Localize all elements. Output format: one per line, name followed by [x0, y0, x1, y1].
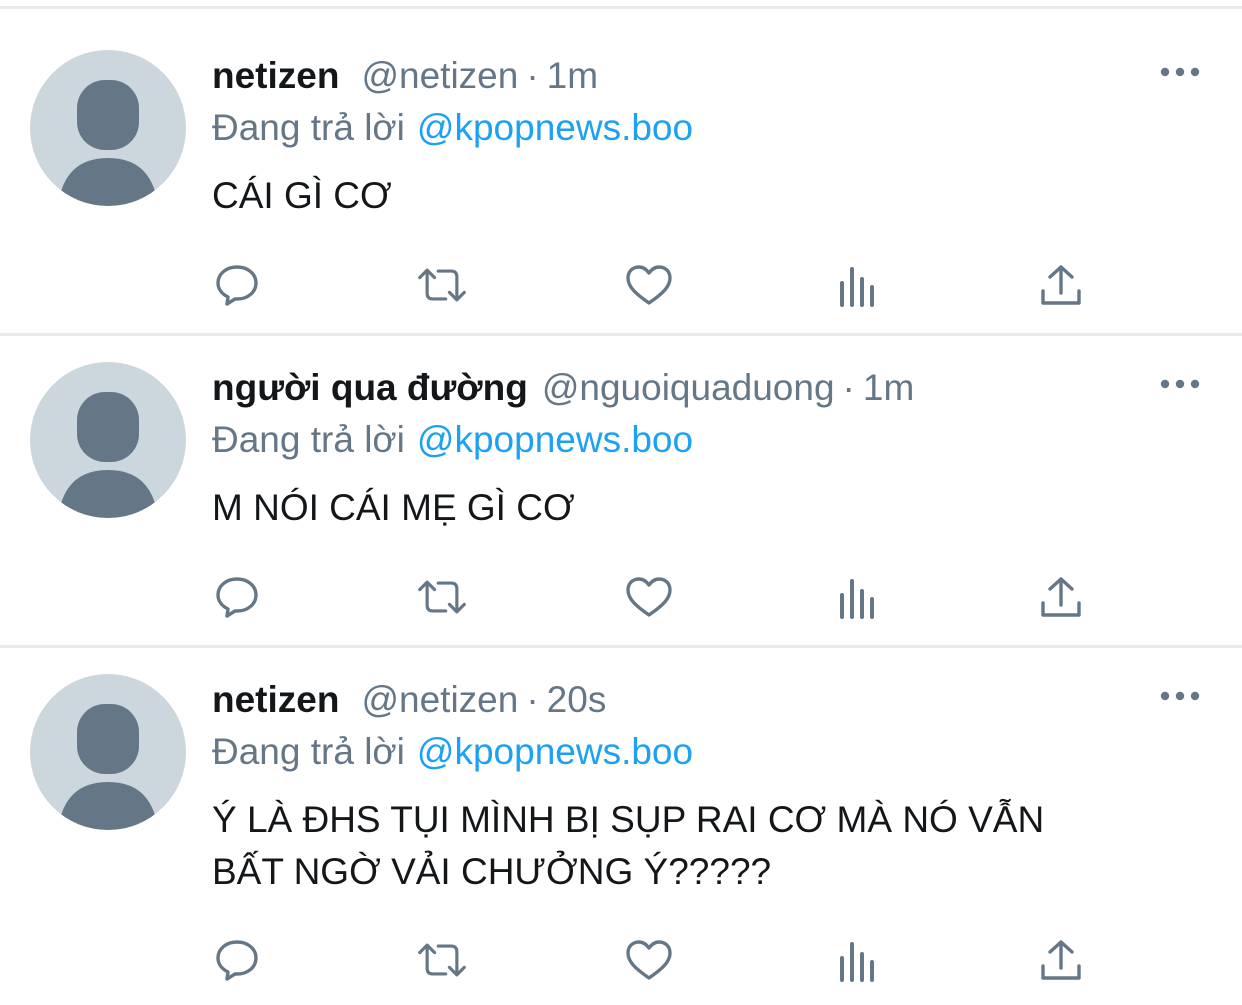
analytics-icon[interactable]	[830, 572, 882, 622]
timestamp[interactable]: 20s	[547, 679, 607, 720]
reply-icon[interactable]	[211, 935, 263, 985]
timestamp[interactable]: 1m	[863, 367, 914, 408]
tweet-text: Ý LÀ ĐHS TỤI MÌNH BỊ SỤP RAI CƠ MÀ NÓ VẪ…	[212, 794, 1202, 898]
timestamp[interactable]: 1m	[547, 55, 598, 96]
reply-label: Đang trả lời	[212, 107, 405, 148]
tweet-text: M NÓI CÁI MẸ GÌ CƠ	[212, 482, 1202, 534]
user-handle[interactable]: @nguoiquaduong	[542, 367, 835, 408]
display-name[interactable]: netizen	[212, 55, 339, 96]
reply-context: Đang trả lời @kpopnews.boo	[212, 728, 693, 776]
user-handle[interactable]: @netizen	[361, 55, 518, 96]
reply-mention-link[interactable]: @kpopnews.boo	[417, 419, 693, 460]
analytics-icon[interactable]	[830, 260, 882, 310]
more-options-icon[interactable]	[1158, 372, 1202, 396]
reply-label: Đang trả lời	[212, 419, 405, 460]
tweet-actions	[0, 935, 1242, 985]
retweet-icon[interactable]	[416, 260, 468, 310]
reply-icon[interactable]	[211, 260, 263, 310]
user-handle[interactable]: @netizen	[361, 679, 518, 720]
default-profile-icon	[58, 704, 158, 830]
display-name[interactable]: netizen	[212, 679, 339, 720]
retweet-icon[interactable]	[416, 572, 468, 622]
analytics-icon[interactable]	[830, 935, 882, 985]
tweet-text-line: Ý LÀ ĐHS TỤI MÌNH BỊ SỤP RAI CƠ MÀ NÓ VẪ…	[212, 799, 1045, 840]
separator-dot: ·	[526, 55, 539, 96]
share-icon[interactable]	[1035, 572, 1087, 622]
more-options-icon[interactable]	[1158, 684, 1202, 708]
tweet-text: CÁI GÌ CƠ	[212, 170, 1202, 222]
tweet-header: netizen @netizen · 20s	[212, 676, 606, 724]
avatar[interactable]	[30, 362, 186, 518]
display-name[interactable]: người qua đường	[212, 367, 528, 408]
retweet-icon[interactable]	[416, 935, 468, 985]
divider-top	[0, 6, 1242, 9]
tweet-actions	[0, 260, 1242, 310]
like-icon[interactable]	[623, 935, 675, 985]
tweet-actions	[0, 572, 1242, 622]
tweet-header: netizen @netizen · 1m	[212, 52, 598, 100]
reply-context: Đang trả lời @kpopnews.boo	[212, 104, 693, 152]
reply-mention-link[interactable]: @kpopnews.boo	[417, 731, 693, 772]
default-profile-icon	[58, 80, 158, 206]
tweet-text-line: BẤT NGỜ VẢI CHƯỞNG Ý?????	[212, 851, 772, 892]
like-icon[interactable]	[623, 572, 675, 622]
more-options-icon[interactable]	[1158, 60, 1202, 84]
reply-label: Đang trả lời	[212, 731, 405, 772]
default-profile-icon	[58, 392, 158, 518]
divider-1	[0, 333, 1242, 336]
reply-mention-link[interactable]: @kpopnews.boo	[417, 107, 693, 148]
avatar[interactable]	[30, 674, 186, 830]
tweet-header: người qua đường @nguoiquaduong · 1m	[212, 364, 914, 412]
like-icon[interactable]	[623, 260, 675, 310]
tweet-text-line: CÁI GÌ CƠ	[212, 175, 392, 216]
avatar[interactable]	[30, 50, 186, 206]
separator-dot: ·	[842, 367, 855, 408]
reply-context: Đang trả lời @kpopnews.boo	[212, 416, 693, 464]
divider-2	[0, 645, 1242, 648]
tweet-text-line: M NÓI CÁI MẸ GÌ CƠ	[212, 487, 575, 528]
separator-dot: ·	[526, 679, 539, 720]
share-icon[interactable]	[1035, 935, 1087, 985]
reply-icon[interactable]	[211, 572, 263, 622]
share-icon[interactable]	[1035, 260, 1087, 310]
